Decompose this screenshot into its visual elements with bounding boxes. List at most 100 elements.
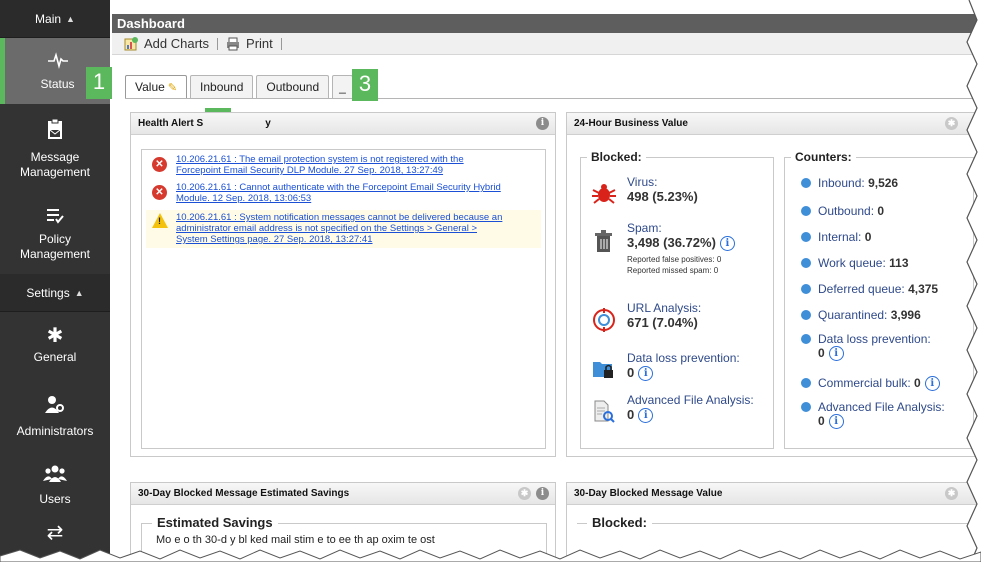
tab-value[interactable]: Value ✎	[125, 75, 188, 99]
health-alert-panel: Health Alert S y i ✕ 10.206.21.61 : The e…	[130, 112, 556, 457]
tab-label: Inbound	[200, 80, 244, 94]
sidebar-item-general[interactable]: ✱ General	[0, 312, 110, 378]
sidebar-item-label: Policy Management	[19, 232, 91, 261]
spam-stat: Spam: 3,498 (36.72%) i Reported false pos…	[591, 222, 771, 276]
add-chart-icon	[124, 36, 138, 51]
tab-label: Outbound	[266, 80, 320, 94]
sidebar-main-label: Main	[35, 11, 62, 26]
gear-icon[interactable]: ✱	[518, 487, 531, 500]
chevron-up-icon: ▲	[74, 287, 84, 298]
afa-stat: Advanced File Analysis: 0i	[591, 394, 771, 426]
toolbar-divider	[280, 37, 282, 50]
alert-item: ! 10.206.21.61 : System notification mes…	[146, 210, 541, 248]
error-icon: ✕	[152, 185, 167, 200]
gear-icon[interactable]: ✱	[945, 487, 958, 500]
callout-1: 1	[86, 67, 112, 99]
counter-item: Quarantined: 3,996	[801, 308, 971, 322]
missed-spam: Reported missed spam: 0	[627, 266, 719, 276]
info-icon[interactable]: i	[638, 366, 654, 382]
dlp-value: 0	[627, 365, 635, 380]
warning-icon: !	[152, 213, 168, 228]
counters-heading: Counters:	[791, 150, 856, 164]
tab-divider	[125, 98, 981, 99]
status-dot	[801, 206, 811, 216]
virus-bug-icon	[591, 182, 617, 208]
page-title: Dashboard	[112, 14, 981, 33]
tab-outbound[interactable]: Outbound	[256, 75, 330, 99]
sidebar-settings-header[interactable]: Settings ▲	[0, 274, 110, 312]
alert-item: ✕ 10.206.21.61 : The email protection sy…	[146, 154, 541, 176]
pulse-icon	[47, 51, 69, 74]
false-positives: Reported false positives: 0	[627, 255, 722, 265]
dlp-stat: Data loss prevention: 0i	[591, 351, 771, 384]
print-button[interactable]: Print	[226, 36, 273, 51]
status-dot	[801, 258, 811, 268]
info-icon[interactable]: i	[828, 346, 844, 362]
status-dot	[801, 310, 811, 320]
counter-item: Work queue: 113	[801, 256, 971, 270]
info-icon[interactable]: i	[536, 487, 549, 500]
status-dot	[801, 402, 811, 412]
dlp-label: Data loss prevention:	[627, 351, 740, 365]
panel-title: 30-Day Blocked Message Estimated Savings	[138, 488, 350, 499]
alert-link[interactable]: 10.206.21.61 : Cannot authenticate with …	[176, 182, 501, 204]
add-charts-button[interactable]: Add Charts	[124, 36, 209, 51]
add-charts-label: Add Charts	[144, 36, 210, 51]
panel-title: 24-Hour Business Value	[574, 118, 688, 129]
sidebar-item-users[interactable]: Users	[0, 454, 110, 516]
sidebar-item-policy-management[interactable]: Policy Management	[0, 194, 110, 274]
status-dot	[801, 178, 811, 188]
pencil-icon[interactable]: ✎	[168, 82, 177, 94]
torn-edge-bottom	[0, 549, 981, 562]
error-icon: ✕	[152, 157, 167, 172]
afa-value: 0	[627, 407, 635, 422]
counter-item: Commercial bulk: 0i	[801, 376, 971, 392]
info-icon[interactable]: i	[536, 117, 549, 130]
counter-item: Data loss prevention: 0 i	[801, 332, 971, 362]
counters-section: Counters: Inbound: 9,526 Outbound: 0 Int…	[784, 150, 974, 449]
file-search-icon	[591, 400, 617, 426]
virus-label: Virus:	[627, 175, 658, 189]
sidebar-item-label: Status	[40, 76, 75, 91]
virus-stat: Virus: 498 (5.23%)	[591, 176, 771, 205]
sidebar-item-administrators[interactable]: Administrators	[0, 378, 110, 454]
spam-label: Spam:	[627, 221, 662, 235]
alert-link[interactable]: 10.206.21.61 : The email protection syst…	[176, 154, 464, 176]
arrows-icon: ⇄	[46, 522, 64, 544]
info-icon[interactable]: i	[828, 414, 844, 430]
folder-lock-icon	[591, 358, 617, 384]
gear-icon: ✱	[46, 325, 64, 347]
panel-header: Health Alert S y i	[131, 113, 555, 135]
info-icon[interactable]: i	[924, 376, 940, 392]
sidebar-item-label: General	[33, 350, 77, 364]
sidebar-settings-label: Settings	[26, 285, 70, 300]
info-icon[interactable]: i	[719, 236, 735, 252]
alert-item: ✕ 10.206.21.61 : Cannot authenticate wit…	[146, 182, 541, 204]
counter-item: Advanced File Analysis: 0 i	[801, 400, 971, 430]
sidebar-main-header[interactable]: Main ▲	[0, 0, 110, 38]
alerts-list: ✕ 10.206.21.61 : The email protection sy…	[141, 149, 546, 449]
sidebar-item-message-management[interactable]: Message Management	[0, 104, 110, 194]
url-target-icon	[591, 308, 617, 334]
tab-add[interactable]: _	[332, 75, 353, 99]
tab-inbound[interactable]: Inbound	[190, 75, 254, 99]
admin-user-icon	[44, 394, 66, 421]
sidebar-item-label: Message Management	[19, 150, 91, 179]
panel-header: 24-Hour Business Value ✱	[567, 113, 980, 135]
blocked-heading: Blocked:	[587, 515, 652, 530]
alert-link[interactable]: 10.206.21.61 : System notification messa…	[176, 212, 502, 245]
counter-item: Outbound: 0	[801, 204, 971, 218]
printer-icon	[226, 37, 240, 51]
users-group-icon	[43, 464, 67, 489]
blocked-section: Blocked: Virus: 498 (5.23%) Spam: 3,498 …	[580, 150, 774, 449]
dashboard-tabs: Value ✎ Inbound Outbound _	[125, 75, 356, 99]
trash-can-icon	[591, 228, 617, 254]
sidebar-item-label: Administrators	[16, 423, 94, 438]
url-label: URL Analysis:	[627, 301, 702, 315]
status-dot	[801, 334, 811, 344]
gear-icon[interactable]: ✱	[945, 117, 958, 130]
info-icon[interactable]: i	[638, 408, 654, 424]
savings-heading: Estimated Savings	[152, 515, 278, 530]
status-dot	[801, 378, 811, 388]
callout-3: 3	[352, 69, 378, 101]
